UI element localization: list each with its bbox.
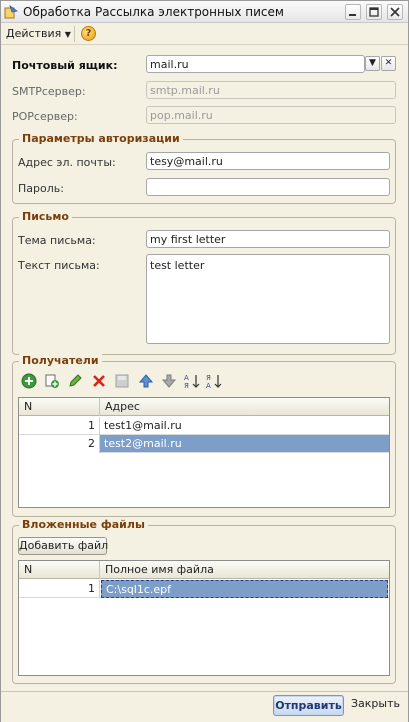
table-row[interactable]: 1 test1@mail.ru (19, 417, 389, 435)
command-bar: Действия ▼ ? (1, 23, 408, 45)
copy-row-icon[interactable] (44, 373, 60, 389)
table-row[interactable]: 2 test2@mail.ru (19, 435, 389, 453)
auth-group-title: Параметры авторизации (19, 132, 183, 145)
footer-bar (1, 691, 408, 722)
svg-text:Я: Я (184, 382, 189, 389)
letter-group-title: Письмо (19, 210, 72, 223)
add-row-icon[interactable] (21, 373, 37, 389)
maximize-button[interactable] (366, 4, 382, 20)
recipients-table-header: N Адрес (19, 398, 389, 416)
window-title: Обработка Рассылка электронных писем (23, 5, 284, 19)
body-textarea[interactable]: test letter (146, 254, 390, 344)
help-icon[interactable]: ? (81, 26, 96, 41)
maximize-icon (369, 7, 379, 17)
actions-menu[interactable]: Действия ▼ (6, 27, 71, 40)
attachments-table-header: N Полное имя файла (19, 561, 389, 579)
mailbox-label: Почтовый ящик: (12, 59, 118, 72)
end-edit-icon (114, 373, 130, 389)
close-icon (390, 7, 400, 17)
delete-icon[interactable] (91, 373, 107, 389)
file-path: C:\sql1c.epf (101, 580, 388, 598)
column-header-file-path[interactable]: Полное имя файла (100, 561, 389, 579)
subject-label: Тема письма: (18, 234, 96, 247)
close-button[interactable]: Закрыть (351, 697, 400, 710)
clear-icon: ✕ (384, 58, 393, 68)
mailbox-clear-button[interactable]: ✕ (381, 56, 396, 71)
table-row[interactable]: 1 C:\sql1c.epf (19, 580, 389, 598)
smtp-label: SMTPсервер: (12, 85, 86, 98)
pop-server-field: pop.mail.ru (146, 106, 396, 124)
email-label: Адрес эл. почты: (18, 156, 116, 169)
edit-icon[interactable] (67, 373, 83, 389)
mailbox-dropdown-button[interactable]: ▼ (365, 56, 380, 71)
column-header-n[interactable]: N (19, 398, 100, 416)
chevron-down-icon: ▼ (64, 30, 71, 39)
send-button[interactable]: Отправить (273, 695, 344, 716)
row-number: 1 (19, 580, 100, 598)
sort-asc-icon[interactable]: AЯ (184, 373, 200, 390)
column-header-address[interactable]: Адрес (100, 398, 389, 416)
attachments-table[interactable]: N Полное имя файла 1 C:\sql1c.epf (18, 560, 390, 676)
chevron-down-icon: ▼ (369, 58, 376, 68)
column-header-n[interactable]: N (19, 561, 100, 579)
svg-text:A: A (184, 374, 189, 382)
row-number: 2 (19, 435, 100, 453)
toolbar-separator (74, 26, 75, 42)
recipients-table[interactable]: N Адрес 1 test1@mail.ru 2 test2@mail.ru (18, 397, 390, 508)
recipient-address: test2@mail.ru (104, 437, 182, 450)
move-down-icon[interactable] (161, 373, 177, 389)
minimize-icon (349, 14, 356, 16)
sort-desc-icon[interactable]: ЯA (206, 373, 222, 390)
close-window-button[interactable] (387, 4, 403, 20)
move-up-icon[interactable] (138, 373, 154, 389)
recipient-address: test1@mail.ru (104, 419, 182, 432)
password-field[interactable] (146, 178, 390, 196)
processing-window: Обработка Рассылка электронных писем Дей… (0, 0, 409, 722)
email-field[interactable]: tesy@mail.ru (146, 152, 390, 170)
attachments-group-title: Вложенные файлы (19, 518, 148, 531)
processing-icon (4, 4, 18, 19)
body-label: Текст письма: (18, 259, 100, 272)
password-label: Пароль: (18, 182, 64, 195)
minimize-button[interactable] (345, 4, 361, 20)
add-file-button[interactable]: Добавить файл (18, 537, 108, 555)
svg-text:A: A (206, 382, 211, 389)
pop-label: POPсервер: (12, 110, 78, 123)
smtp-server-field: smtp.mail.ru (146, 81, 396, 99)
actions-menu-label: Действия (6, 27, 62, 40)
title-bar: Обработка Рассылка электронных писем (1, 1, 408, 23)
subject-field[interactable]: my first letter (146, 230, 390, 248)
row-number: 1 (19, 417, 100, 435)
mailbox-select[interactable]: mail.ru (146, 55, 365, 73)
recipients-group-title: Получатели (19, 354, 102, 367)
svg-text:Я: Я (206, 374, 211, 382)
